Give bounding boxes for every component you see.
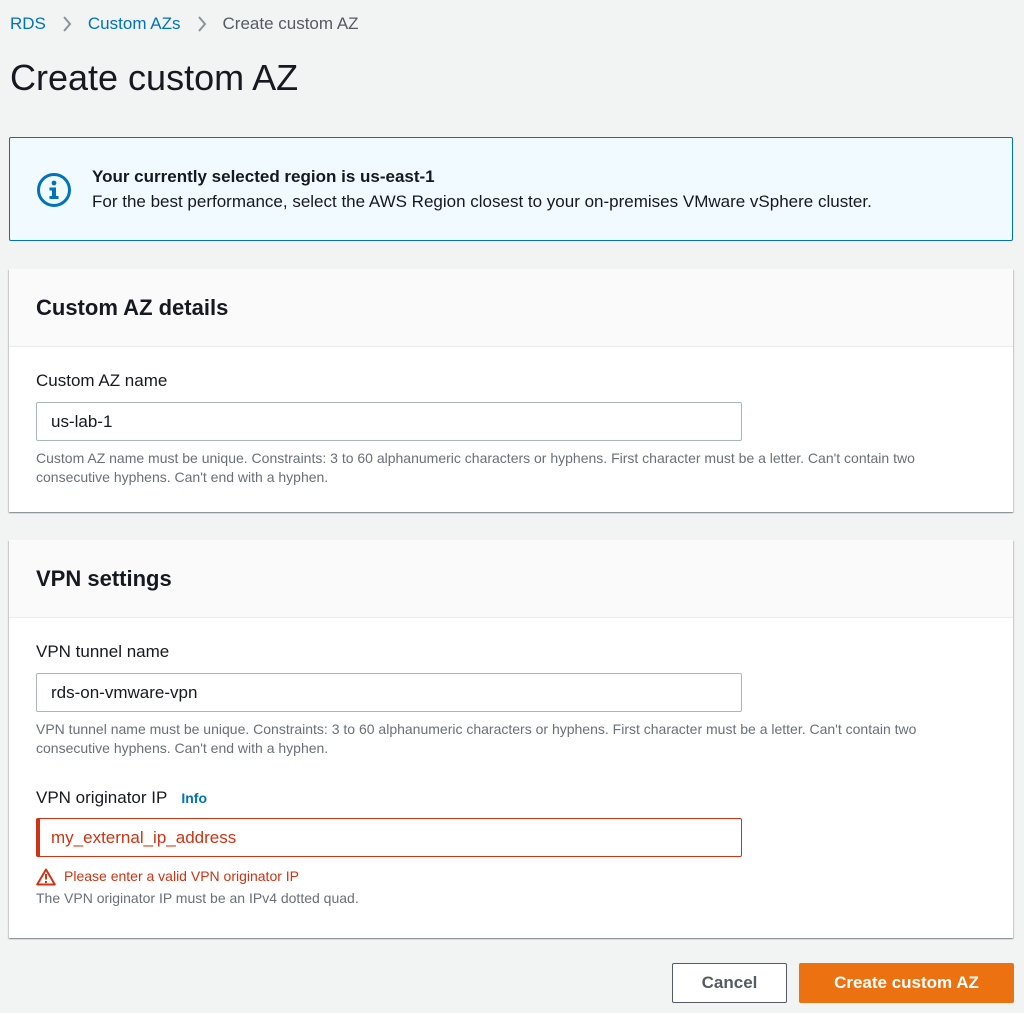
custom-az-name-label-text: Custom AZ name — [36, 371, 168, 390]
custom-az-name-label: Custom AZ name — [36, 369, 986, 393]
page-title: Create custom AZ — [10, 57, 299, 98]
chevron-right-icon — [197, 16, 207, 32]
create-custom-az-button[interactable]: Create custom AZ — [799, 963, 1014, 1003]
vpn-originator-ip-label: VPN originator IP Info — [36, 786, 986, 810]
custom-az-name-input[interactable] — [36, 402, 742, 441]
vpn-originator-ip-error: Please enter a valid VPN originator IP — [36, 867, 986, 886]
vpn-originator-ip-input[interactable] — [36, 818, 742, 857]
breadcrumb: RDS Custom AZs Create custom AZ — [10, 12, 359, 36]
region-info-alert: Your currently selected region is us-eas… — [9, 137, 1013, 241]
panel-header: Custom AZ details — [9, 269, 1013, 347]
alert-body: For the best performance, select the AWS… — [92, 192, 872, 211]
alert-title: Your currently selected region is us-eas… — [92, 167, 435, 186]
panel-title-vpn: VPN settings — [36, 565, 172, 591]
breadcrumb-link-custom-azs[interactable]: Custom AZs — [88, 12, 181, 36]
vpn-tunnel-name-label-text: VPN tunnel name — [36, 642, 170, 661]
vpn-tunnel-name-hint: VPN tunnel name must be unique. Constrai… — [36, 721, 917, 756]
chevron-right-icon — [62, 16, 72, 32]
error-message: Please enter a valid VPN originator IP — [64, 868, 300, 884]
vpn-tunnel-name-input[interactable] — [36, 673, 742, 712]
breadcrumb-link-rds[interactable]: RDS — [10, 12, 46, 36]
breadcrumb-current: Create custom AZ — [222, 14, 359, 33]
info-link[interactable]: Info — [181, 786, 207, 810]
panel-header: VPN settings — [9, 540, 1013, 618]
cancel-button[interactable]: Cancel — [672, 963, 787, 1003]
vpn-tunnel-name-label: VPN tunnel name — [36, 640, 986, 664]
panel-title-details: Custom AZ details — [36, 294, 229, 320]
vpn-originator-ip-hint: The VPN originator IP must be an IPv4 do… — [36, 890, 359, 906]
vpn-settings-panel: VPN settings VPN tunnel name VPN tunnel … — [9, 540, 1013, 938]
warning-icon — [36, 868, 56, 885]
custom-az-name-hint: Custom AZ name must be unique. Constrain… — [36, 450, 915, 485]
vpn-originator-ip-label-text: VPN originator IP — [36, 788, 168, 807]
info-circle-icon — [36, 172, 72, 208]
custom-az-details-panel: Custom AZ details Custom AZ name Custom … — [9, 269, 1013, 512]
